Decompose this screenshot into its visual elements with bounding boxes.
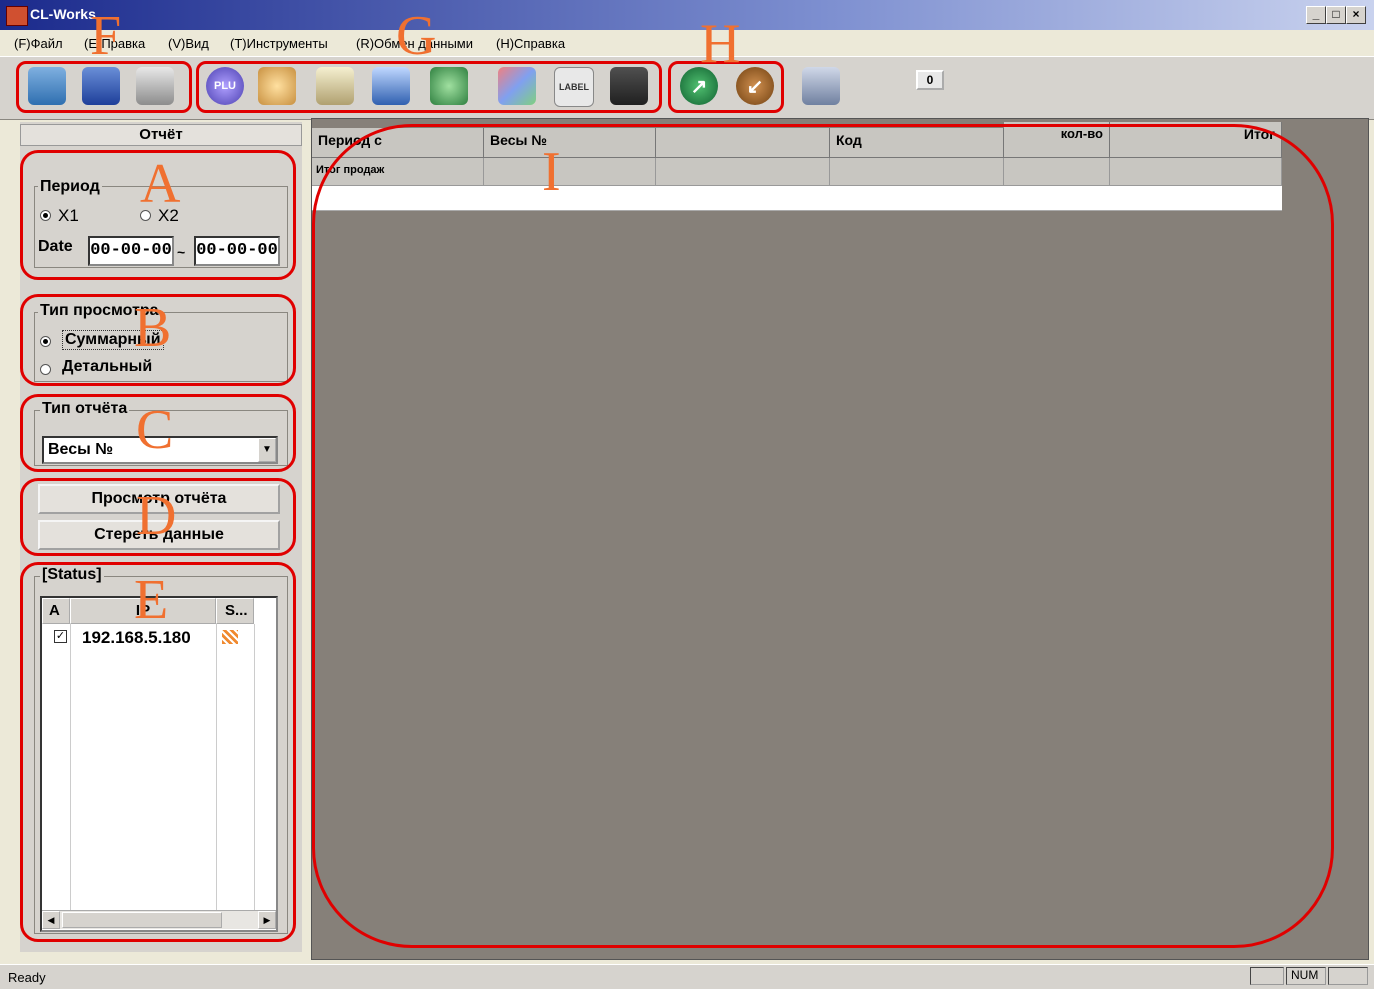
status-text: Ready	[8, 970, 46, 985]
label-icon[interactable]: LABEL	[554, 67, 594, 107]
title-bar	[0, 0, 1374, 30]
menu-tools[interactable]: (T)Инструменты	[230, 36, 328, 51]
restore-button[interactable]: □	[1326, 6, 1346, 24]
save-disk-icon[interactable]	[82, 67, 120, 105]
callout-letter-e: E	[134, 569, 169, 631]
app-icon[interactable]	[6, 6, 28, 26]
status-num: NUM	[1286, 967, 1326, 985]
menu-help[interactable]: (H)Справка	[496, 36, 565, 51]
panel-title: Отчёт	[20, 124, 302, 146]
callout-letter-g: G	[396, 5, 437, 67]
callout-letter-i: I	[542, 141, 561, 203]
callout-i-box	[312, 124, 1334, 948]
print-icon[interactable]	[136, 67, 174, 105]
palette-icon[interactable]	[498, 67, 536, 105]
menu-file[interactable]: (F)Файл	[14, 36, 63, 51]
scale-icon[interactable]	[316, 67, 354, 105]
plu-icon[interactable]: PLU	[206, 67, 244, 105]
menu-view[interactable]: (V)Вид	[168, 36, 209, 51]
wrench-icon[interactable]	[802, 67, 840, 105]
status-bar	[0, 964, 1374, 989]
callout-letter-c: C	[136, 399, 174, 461]
window-title: CL-Works	[30, 6, 96, 22]
status-panel-blank	[1328, 967, 1368, 985]
group-icon[interactable]	[430, 67, 468, 105]
counter-badge: 0	[916, 70, 944, 90]
callout-letter-a: A	[140, 153, 181, 215]
open-folder-icon[interactable]	[28, 67, 66, 105]
keyboard-icon[interactable]	[610, 67, 648, 105]
close-button[interactable]: ×	[1346, 6, 1366, 24]
minimize-button[interactable]: _	[1306, 6, 1326, 24]
scale-2-icon[interactable]	[372, 67, 410, 105]
callout-letter-h: H	[700, 13, 741, 75]
receive-icon[interactable]: ↙	[736, 67, 774, 105]
status-panel-blank	[1250, 967, 1284, 985]
callout-letter-d: D	[136, 485, 177, 547]
star-icon[interactable]	[258, 67, 296, 105]
callout-letter-f: F	[90, 5, 122, 67]
callout-letter-b: B	[134, 297, 172, 359]
